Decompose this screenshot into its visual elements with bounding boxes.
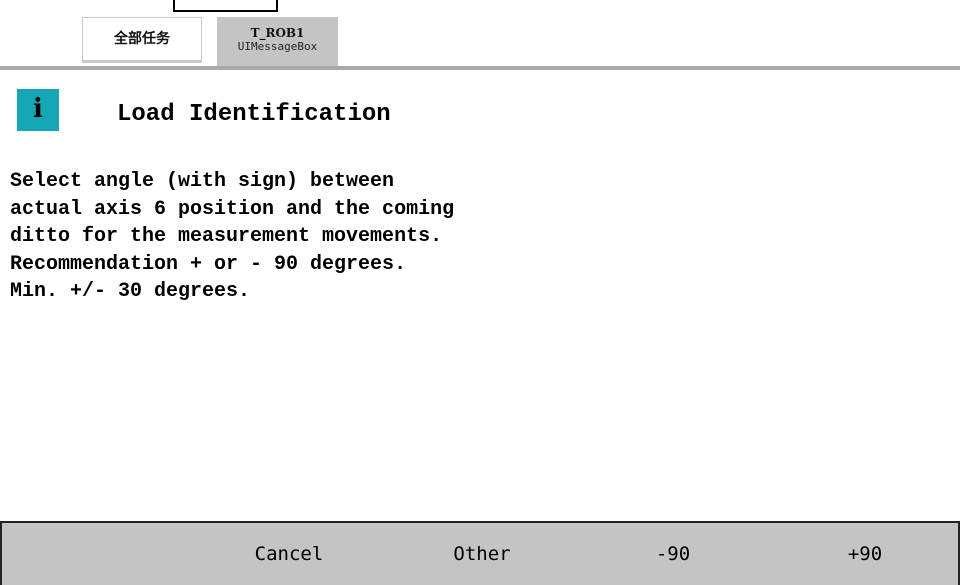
header-divider [0, 66, 960, 70]
tab-task-name: T_ROB1 [250, 26, 305, 40]
dialog-message: Select angle (with sign) between actual … [10, 168, 730, 306]
other-button[interactable]: Other [407, 523, 557, 585]
message-line: actual axis 6 position and the coming [10, 197, 455, 221]
task-tab-bar: 全部任务 T_ROB1 UIMessageBox [0, 0, 960, 70]
message-line: ditto for the measurement movements. [10, 225, 443, 248]
tab-all-tasks[interactable]: 全部任务 [82, 17, 202, 63]
message-line: Min. +/- 30 degrees. [10, 280, 251, 303]
info-icon: i [17, 89, 59, 131]
dialog-title: Load Identification [117, 101, 391, 128]
cancel-button[interactable]: Cancel [214, 523, 364, 585]
minus-90-button[interactable]: -90 [598, 523, 748, 585]
tab-task-subtitle: UIMessageBox [237, 40, 318, 53]
button-bar: Cancel Other -90 +90 [0, 521, 960, 585]
plus-90-button[interactable]: +90 [790, 523, 940, 585]
message-line: Recommendation + or - 90 degrees. [10, 252, 407, 276]
tab-ui-message-box[interactable]: T_ROB1 UIMessageBox [217, 17, 338, 67]
message-line: Select angle (with sign) between [10, 170, 395, 193]
